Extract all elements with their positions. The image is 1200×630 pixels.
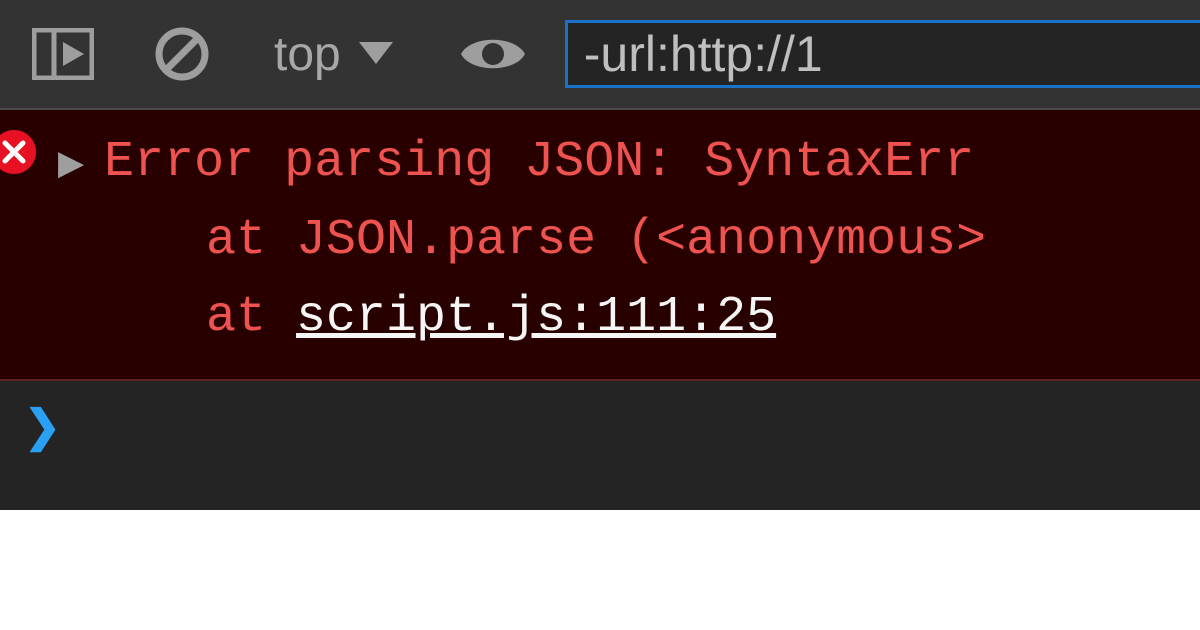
stack-line-2: at script.js:111:25: [116, 279, 986, 357]
ban-icon: [154, 26, 210, 82]
error-body: ▶ Error parsing JSON: SyntaxErr at JSON.…: [58, 124, 986, 357]
prompt-caret-icon: ❯: [24, 405, 61, 455]
context-label: top: [274, 27, 341, 82]
eye-icon: [457, 31, 529, 77]
live-expression-button[interactable]: [433, 14, 553, 94]
error-message: Error parsing JSON: SyntaxErr: [104, 124, 974, 202]
page-whitespace: [0, 510, 1200, 630]
console-prompt[interactable]: ❯: [0, 381, 1200, 495]
dropdown-caret-icon: [359, 42, 393, 66]
toggle-panel-button[interactable]: [8, 14, 118, 94]
stack-line-1: at JSON.parse (<anonymous>: [116, 202, 986, 280]
context-selector[interactable]: top: [246, 14, 421, 94]
console-toolbar: top: [0, 0, 1200, 110]
console-error-entry[interactable]: ▶ Error parsing JSON: SyntaxErr at JSON.…: [0, 110, 1200, 381]
panel-play-icon: [32, 28, 94, 80]
error-icon: [0, 130, 36, 174]
source-location-link[interactable]: script.js:111:25: [296, 289, 776, 346]
devtools-console: top ▶ Error: [0, 0, 1200, 510]
console-output: ▶ Error parsing JSON: SyntaxErr at JSON.…: [0, 110, 1200, 495]
expand-triangle-icon[interactable]: ▶: [58, 143, 84, 183]
filter-input[interactable]: [565, 20, 1200, 88]
clear-console-button[interactable]: [130, 14, 234, 94]
